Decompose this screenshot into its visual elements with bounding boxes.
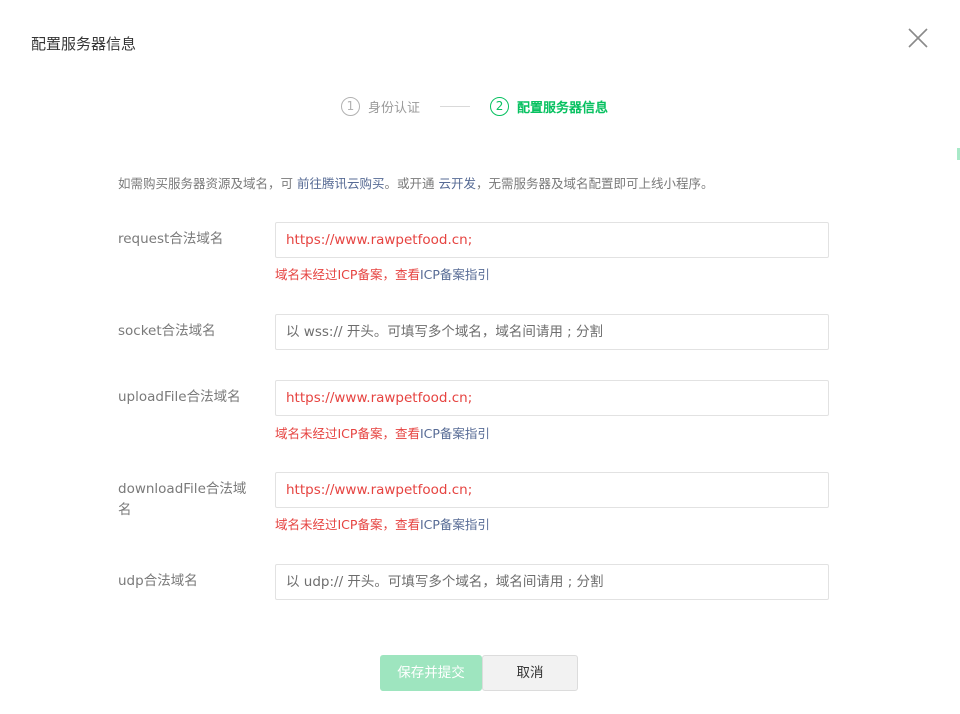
icp-guide-link[interactable]: ICP备案指引 (420, 426, 490, 441)
step-connector (440, 105, 471, 107)
downloadfile-domain-label: downloadFile合法域名 (118, 481, 247, 518)
error-text: 域名未经过ICP备案，查看 (275, 517, 420, 532)
buy-tencent-cloud-link[interactable]: 前往腾讯云购买 (297, 176, 385, 191)
dialog-title: 配置服务器信息 (31, 35, 137, 53)
config-server-dialog: 配置服务器信息 1 身份认证 2 配置服务器信息 如需购买服务器资源及域名，可 … (0, 0, 960, 714)
socket-domain-input[interactable]: 以 wss:// 开头。可填写多个域名，域名间请用 ; 分割 (275, 314, 829, 350)
error-text: 域名未经过ICP备案，查看 (275, 267, 420, 282)
purchase-tip: 如需购买服务器资源及域名，可 前往腾讯云购买。或开通 云开发，无需服务器及域名配… (118, 173, 714, 192)
step-number-2: 2 (490, 96, 510, 116)
cloud-dev-link[interactable]: 云开发 (438, 176, 476, 191)
close-icon (908, 28, 928, 48)
save-submit-button[interactable]: 保存并提交 (380, 655, 482, 691)
uploadfile-domain-label: uploadFile合法域名 (118, 389, 241, 405)
request-domain-input[interactable]: https://www.rawpetfood.cn; (275, 222, 829, 258)
downloadfile-domain-error: 域名未经过ICP备案，查看ICP备案指引 (275, 514, 490, 533)
request-domain-label: request合法域名 (118, 231, 224, 247)
step-label-identity: 身份认证 (368, 100, 421, 116)
step-server-config: 2 配置服务器信息 (490, 96, 609, 116)
step-identity: 1 身份认证 (341, 96, 421, 116)
close-button[interactable] (905, 25, 931, 51)
request-domain-error: 域名未经过ICP备案，查看ICP备案指引 (275, 264, 490, 283)
socket-domain-label: socket合法域名 (118, 323, 216, 339)
tip-text: ，无需服务器及域名配置即可上线小程序。 (476, 176, 714, 191)
step-number-1: 1 (341, 96, 360, 116)
uploadfile-domain-input[interactable]: https://www.rawpetfood.cn; (275, 380, 829, 416)
udp-domain-input[interactable]: 以 udp:// 开头。可填写多个域名，域名间请用 ; 分割 (275, 564, 829, 600)
cancel-button[interactable]: 取消 (482, 655, 578, 691)
step-indicator: 1 身份认证 2 配置服务器信息 (341, 95, 608, 117)
tip-text: 如需购买服务器资源及域名，可 (118, 176, 297, 191)
icp-guide-link[interactable]: ICP备案指引 (420, 267, 490, 282)
icp-guide-link[interactable]: ICP备案指引 (420, 517, 490, 532)
tip-text: 。或开通 (384, 176, 439, 191)
uploadfile-domain-error: 域名未经过ICP备案，查看ICP备案指引 (275, 423, 490, 442)
error-text: 域名未经过ICP备案，查看 (275, 426, 420, 441)
downloadfile-domain-input[interactable]: https://www.rawpetfood.cn; (275, 472, 829, 508)
step-label-server-config: 配置服务器信息 (517, 100, 609, 116)
udp-domain-label: udp合法域名 (118, 573, 198, 589)
